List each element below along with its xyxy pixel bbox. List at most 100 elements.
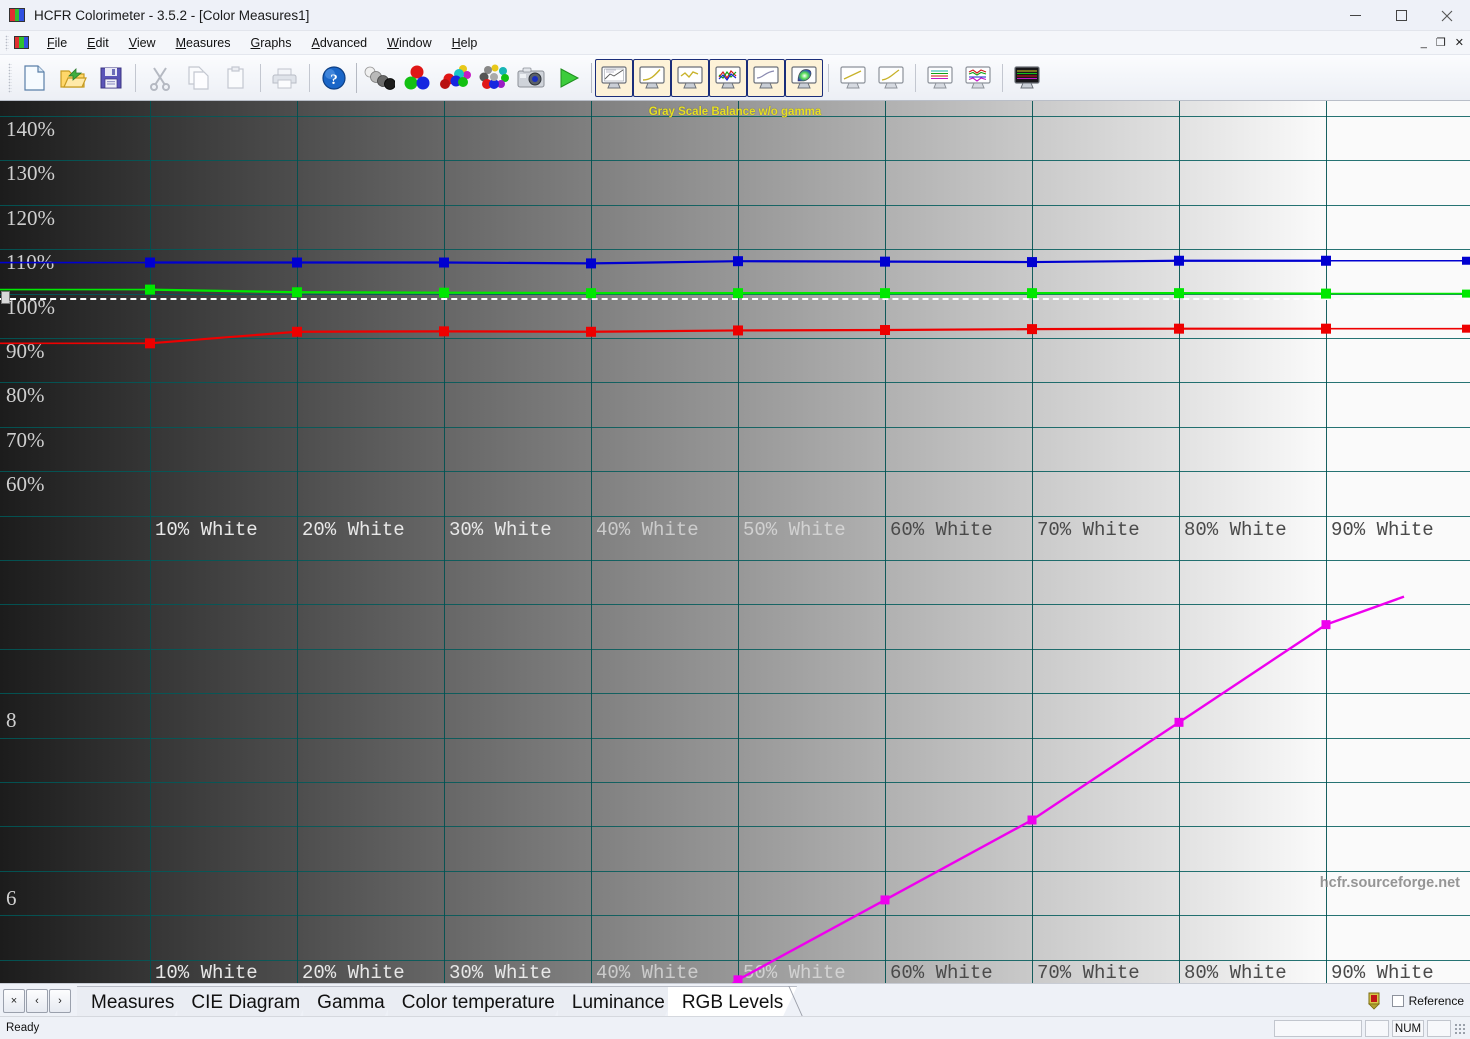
data-point-marker [1027,288,1037,299]
tab-gamma[interactable]: Gamma [303,986,399,1016]
mdi-close-button[interactable]: ✕ [1455,37,1464,49]
data-point-marker [145,257,155,268]
menu-grip[interactable] [5,34,9,51]
menu-item-help[interactable]: Help [442,33,488,53]
menu-item-advanced[interactable]: Advanced [302,33,378,53]
panel-dark-plot-icon[interactable] [1008,59,1046,97]
toolbar-grip[interactable] [8,62,12,93]
paste-icon[interactable] [217,59,255,97]
help-question-icon[interactable]: ? [315,59,353,97]
graph-color-temp-icon[interactable] [671,58,709,97]
menu-item-window[interactable]: Window [377,33,441,53]
print-icon[interactable] [266,59,304,97]
window-controls [1332,0,1470,31]
mdi-minimize-button[interactable]: _ [1421,37,1427,49]
run-continuous-icon[interactable] [550,59,588,97]
panel-gamma-icon[interactable] [872,59,910,97]
maximize-button[interactable] [1378,0,1424,31]
panel-color-temp-icon[interactable] [959,59,997,97]
new-document-icon[interactable] [16,59,54,97]
toolbar-separator-6 [1002,63,1003,92]
data-point-marker [1027,324,1037,335]
camera-capture-icon[interactable] [512,59,550,97]
title-bar: HCFR Colorimeter - 3.5.2 - [Color Measur… [0,0,1470,31]
open-folder-icon[interactable] [54,59,92,97]
data-point-marker [292,326,302,337]
primary-colors-measure-icon[interactable] [398,59,436,97]
series-edge-marker [1462,289,1470,298]
secondary-colors-measure-icon[interactable] [436,59,474,97]
menu-item-graphs[interactable]: Graphs [241,33,302,53]
data-point-marker [880,895,890,905]
watermark: hcfr.sourceforge.net [1319,875,1460,891]
tab-color-temperature[interactable]: Color temperature [388,986,569,1016]
data-point-marker [439,287,449,298]
document-icon [14,36,29,49]
data-point-marker [1174,323,1184,334]
menu-item-file[interactable]: File [37,33,77,53]
grayscale-measure-icon[interactable] [360,59,398,97]
tab-prev-button[interactable]: ‹ [26,989,48,1013]
menu-item-edit[interactable]: Edit [77,33,119,53]
data-point-marker [439,257,449,268]
toolbar-separator-4 [828,63,829,92]
data-point-marker [1027,257,1037,268]
tab-separator [788,986,803,1016]
data-point-marker [145,338,155,349]
toolbar-separator [135,63,136,92]
graph-cie-diagram-icon[interactable] [785,58,823,97]
data-point-marker [733,975,743,983]
graph-rgb-levels-icon[interactable] [709,58,747,97]
tab-next-button[interactable]: › [49,989,71,1013]
series-edge-marker [1462,256,1470,265]
tab-bar: × ‹ › Measures CIE Diagram Gamma Color temp… [0,983,1470,1016]
tab-rgb-levels[interactable]: RGB Levels [668,986,797,1016]
data-point-marker [586,288,596,299]
save-icon[interactable] [92,59,130,97]
data-point-marker [1321,288,1331,299]
status-panes: NUM [1274,1020,1466,1037]
reference-checkbox-box[interactable] [1391,994,1404,1007]
menu-item-measures[interactable]: Measures [166,33,241,53]
rgb-levels-chart[interactable]: Gray Scale Balance w/o gamma 140% 130% 120… [0,101,1470,983]
toolbar-grip-3[interactable] [591,62,592,93]
panel-rgb-levels-icon[interactable] [921,59,959,97]
panel-luminance-icon[interactable] [834,59,872,97]
toolbar-separator-3 [309,63,310,92]
close-button[interactable] [1424,0,1470,31]
tab-measures[interactable]: Measures [77,986,188,1016]
reference-checkbox[interactable]: Reference [1391,993,1464,1008]
chart-plot-area [0,255,1470,983]
graph-measures-icon[interactable] [595,58,633,97]
tab-luminance[interactable]: Luminance [558,986,679,1016]
data-point-marker [586,258,596,269]
copy-icon[interactable] [179,59,217,97]
toolbar-grip-2[interactable] [356,62,357,93]
resize-grip[interactable] [1454,1023,1466,1035]
status-bar: Ready NUM [0,1016,1470,1039]
status-pane-num: NUM [1392,1020,1424,1037]
data-point-marker [1174,255,1184,266]
data-point-marker [1027,815,1037,825]
mdi-restore-button[interactable]: ❐ [1436,37,1446,49]
toolbar-separator-5 [915,63,916,92]
data-point-marker [733,256,743,267]
graph-gamma-icon[interactable] [633,58,671,97]
cut-scissors-icon[interactable] [141,59,179,97]
data-point-marker [1321,323,1331,334]
tab-bar-right: Reference [1366,984,1464,1017]
menu-item-view[interactable]: View [119,33,166,53]
data-point-marker [145,284,155,295]
tab-cie-diagram[interactable]: CIE Diagram [177,986,314,1016]
minimize-button[interactable] [1332,0,1378,31]
data-point-marker [880,256,890,267]
graph-luminance-icon[interactable] [747,58,785,97]
saturation-measure-icon[interactable] [474,59,512,97]
tab-close-button[interactable]: × [3,989,25,1013]
data-point-marker [733,288,743,299]
reference-checkbox-label: Reference [1408,993,1464,1008]
pin-icon[interactable] [1366,992,1382,1010]
hcfr-icon [9,8,25,22]
application-window: HCFR Colorimeter - 3.5.2 - [Color Measur… [0,0,1470,1039]
tab-list: Measures CIE Diagram Gamma Color temperatur… [77,984,803,1016]
